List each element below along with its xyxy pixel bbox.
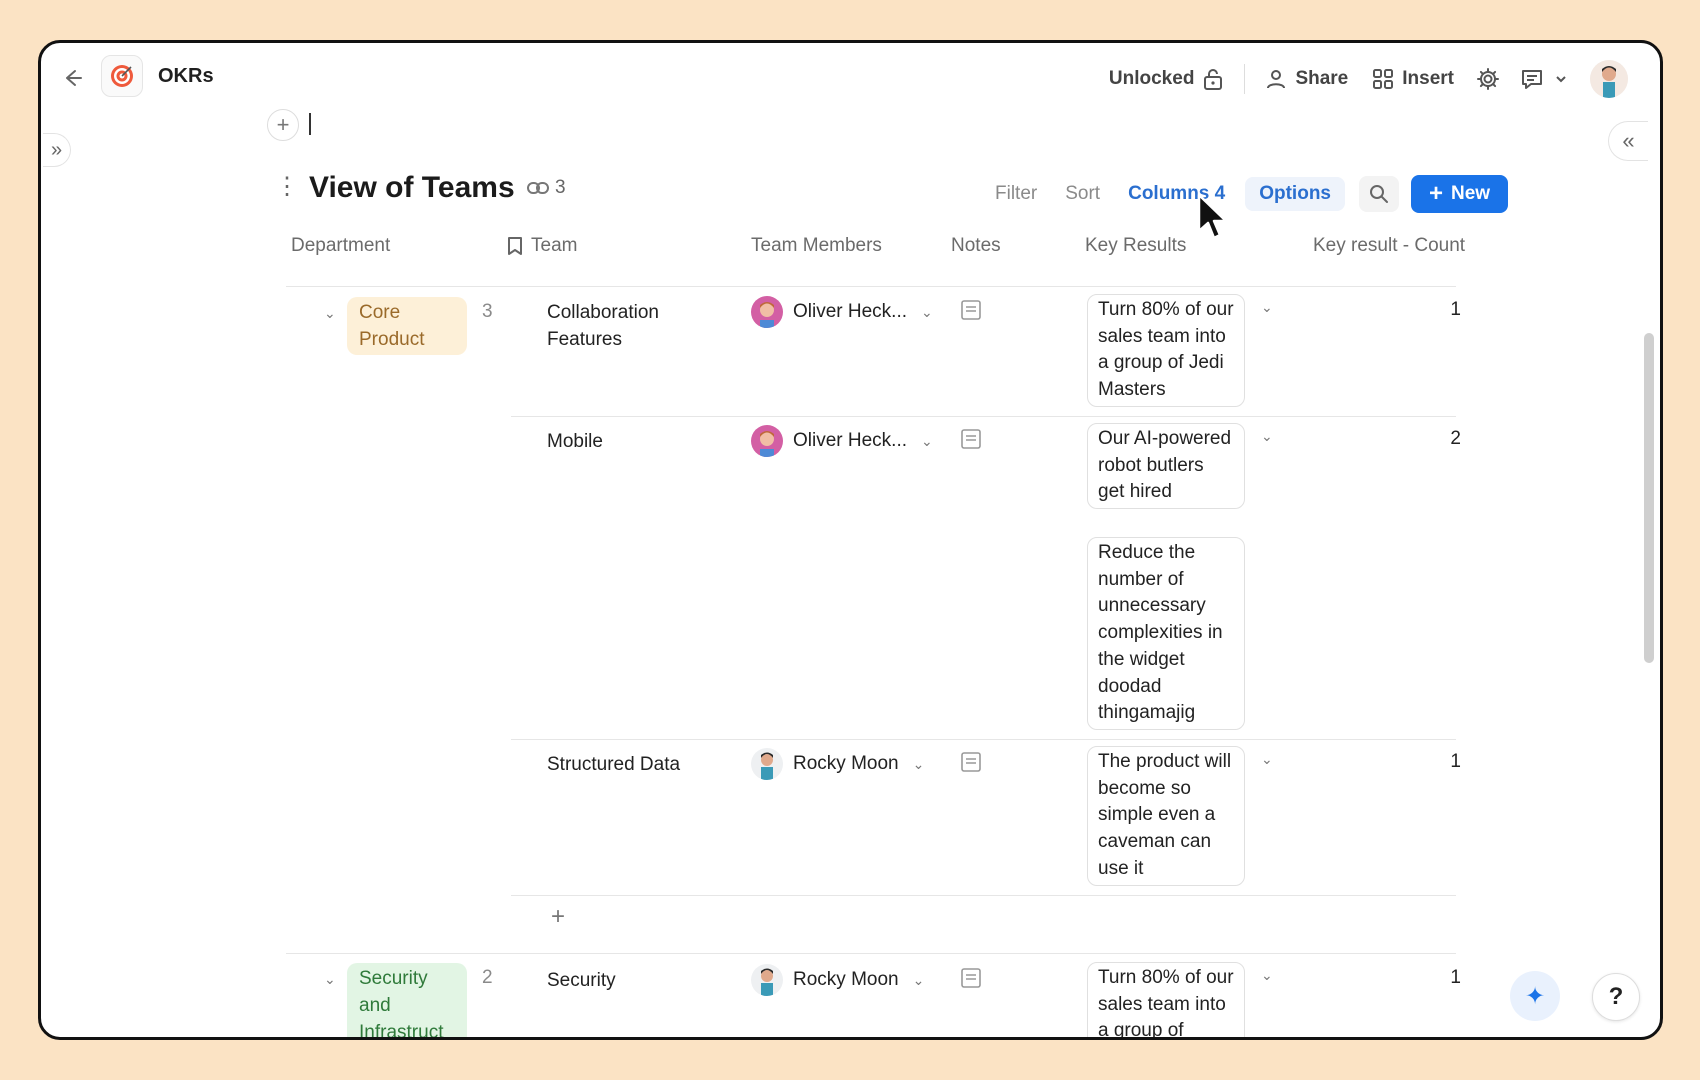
- divider: [1244, 64, 1246, 94]
- note-icon[interactable]: [960, 967, 982, 989]
- avatar: [751, 748, 783, 780]
- new-label: New: [1451, 183, 1491, 204]
- view-title: View of Teams: [309, 171, 515, 204]
- team-cell[interactable]: Structured Data: [547, 751, 680, 778]
- filter-button[interactable]: Filter: [981, 177, 1051, 211]
- note-icon[interactable]: [960, 299, 982, 321]
- lock-icon: [1204, 69, 1223, 90]
- lock-label: Unlocked: [1108, 68, 1195, 89]
- help-icon[interactable]: ?: [1592, 973, 1640, 1021]
- person-icon: [1267, 70, 1286, 89]
- link-icon: [527, 182, 549, 194]
- chevron-down-icon[interactable]: ⌄: [1261, 299, 1273, 316]
- group-count: 3: [482, 301, 493, 322]
- column-header-department[interactable]: Department: [291, 235, 390, 257]
- key-result-chip[interactable]: Turn 80% of our sales team into a group …: [1087, 962, 1245, 1037]
- app-window: OKRs Unlocked Share Insert » « + ⋮ View …: [38, 40, 1663, 1040]
- key-result-chip[interactable]: Turn 80% of our sales team into a group …: [1087, 294, 1245, 407]
- target-icon[interactable]: [101, 55, 143, 97]
- bookmark-icon: [508, 237, 522, 255]
- chevron-down-icon[interactable]: ⌄: [1261, 428, 1273, 445]
- gear-icon[interactable]: [1476, 67, 1500, 91]
- group-collapse-chevron-icon[interactable]: ⌄: [324, 305, 336, 322]
- mouse-cursor-icon: [1197, 193, 1228, 240]
- key-result-chip[interactable]: Reduce the number of unnecessary complex…: [1087, 537, 1245, 730]
- add-row-button[interactable]: +: [551, 903, 565, 931]
- avatar: [751, 425, 783, 457]
- column-header-team-label: Team: [531, 235, 578, 256]
- department-tag-core-product[interactable]: Core Product: [347, 297, 467, 355]
- key-result-count: 1: [1450, 967, 1461, 988]
- member-chip[interactable]: Oliver Heck... ⌄: [751, 296, 933, 328]
- chevron-down-icon[interactable]: ⌄: [913, 756, 925, 773]
- key-result-count: 1: [1450, 299, 1461, 320]
- member-chip[interactable]: Rocky Moon ⌄: [751, 748, 924, 780]
- sort-button[interactable]: Sort: [1051, 177, 1114, 211]
- top-bar: OKRs Unlocked Share Insert: [41, 43, 1660, 113]
- key-result-chip[interactable]: The product will become so simple even a…: [1087, 746, 1245, 886]
- link-count[interactable]: 3: [527, 177, 566, 199]
- chevron-down-icon[interactable]: ⌄: [913, 972, 925, 989]
- note-icon[interactable]: [960, 428, 982, 450]
- avatar: [751, 296, 783, 328]
- insert-button[interactable]: Insert: [1372, 68, 1454, 90]
- text-caret: [309, 113, 311, 135]
- column-header-key-results[interactable]: Key Results: [1085, 235, 1186, 257]
- user-avatar[interactable]: [1590, 60, 1628, 98]
- comment-icon[interactable]: [1520, 67, 1544, 91]
- avatar: [751, 964, 783, 996]
- chevron-down-icon[interactable]: ⌄: [921, 433, 933, 450]
- team-cell[interactable]: Mobile: [547, 428, 603, 455]
- key-result-count: 2: [1450, 428, 1461, 449]
- chevron-down-icon[interactable]: ⌄: [1261, 751, 1273, 768]
- key-result-chip[interactable]: Our AI-powered robot butlers get hired: [1087, 423, 1245, 510]
- share-label: Share: [1295, 68, 1349, 89]
- chevron-down-icon[interactable]: [1554, 72, 1568, 86]
- back-arrow-icon[interactable]: [57, 63, 87, 93]
- view-controls: Filter Sort Columns 4 Options + New: [981, 175, 1509, 213]
- plus-icon: +: [1429, 180, 1444, 207]
- row-divider: [511, 895, 1456, 896]
- column-header-team-members[interactable]: Team Members: [751, 235, 882, 257]
- insert-label: Insert: [1402, 68, 1454, 89]
- group-collapse-chevron-icon[interactable]: ⌄: [324, 971, 336, 988]
- member-name: Oliver Heck...: [793, 301, 908, 322]
- row-divider: [511, 739, 1456, 740]
- expand-sidebar-icon[interactable]: »: [43, 133, 71, 167]
- add-block-button[interactable]: +: [267, 109, 299, 141]
- header-divider: [286, 286, 1456, 287]
- collapse-panel-icon[interactable]: «: [1608, 121, 1648, 161]
- sparkle-icon[interactable]: ✦: [1510, 971, 1560, 1021]
- department-tag-security[interactable]: Security and Infrastruct: [347, 963, 467, 1037]
- new-row-button[interactable]: + New: [1411, 175, 1509, 213]
- key-result-count: 1: [1450, 751, 1461, 772]
- group-divider: [286, 953, 1456, 954]
- link-count-value: 3: [555, 177, 566, 198]
- column-header-notes[interactable]: Notes: [951, 235, 1001, 257]
- view-menu-icon[interactable]: ⋮: [275, 175, 299, 199]
- member-name: Rocky Moon: [793, 753, 899, 774]
- chevron-down-icon[interactable]: ⌄: [921, 304, 933, 321]
- member-chip[interactable]: Oliver Heck... ⌄: [751, 425, 933, 457]
- team-cell[interactable]: Security: [547, 967, 616, 994]
- group-count: 2: [482, 967, 493, 988]
- options-button[interactable]: Options: [1245, 177, 1345, 211]
- search-icon[interactable]: [1359, 176, 1399, 212]
- vertical-scrollbar[interactable]: [1644, 333, 1654, 663]
- top-bar-actions: Unlocked Share Insert: [1109, 60, 1660, 98]
- team-cell[interactable]: Collaboration Features: [547, 299, 717, 353]
- member-name: Rocky Moon: [793, 969, 899, 990]
- member-name: Oliver Heck...: [793, 430, 908, 451]
- column-header-key-result-count[interactable]: Key result - Count: [1313, 235, 1465, 257]
- grid-icon: [1373, 69, 1394, 89]
- chevron-down-icon[interactable]: ⌄: [1261, 967, 1273, 984]
- lock-toggle[interactable]: Unlocked: [1109, 67, 1225, 91]
- note-icon[interactable]: [960, 751, 982, 773]
- share-button[interactable]: Share: [1265, 68, 1348, 90]
- doc-title: OKRs: [158, 65, 214, 87]
- row-divider: [511, 416, 1456, 417]
- column-header-team[interactable]: Team: [507, 235, 577, 257]
- member-chip[interactable]: Rocky Moon ⌄: [751, 964, 924, 996]
